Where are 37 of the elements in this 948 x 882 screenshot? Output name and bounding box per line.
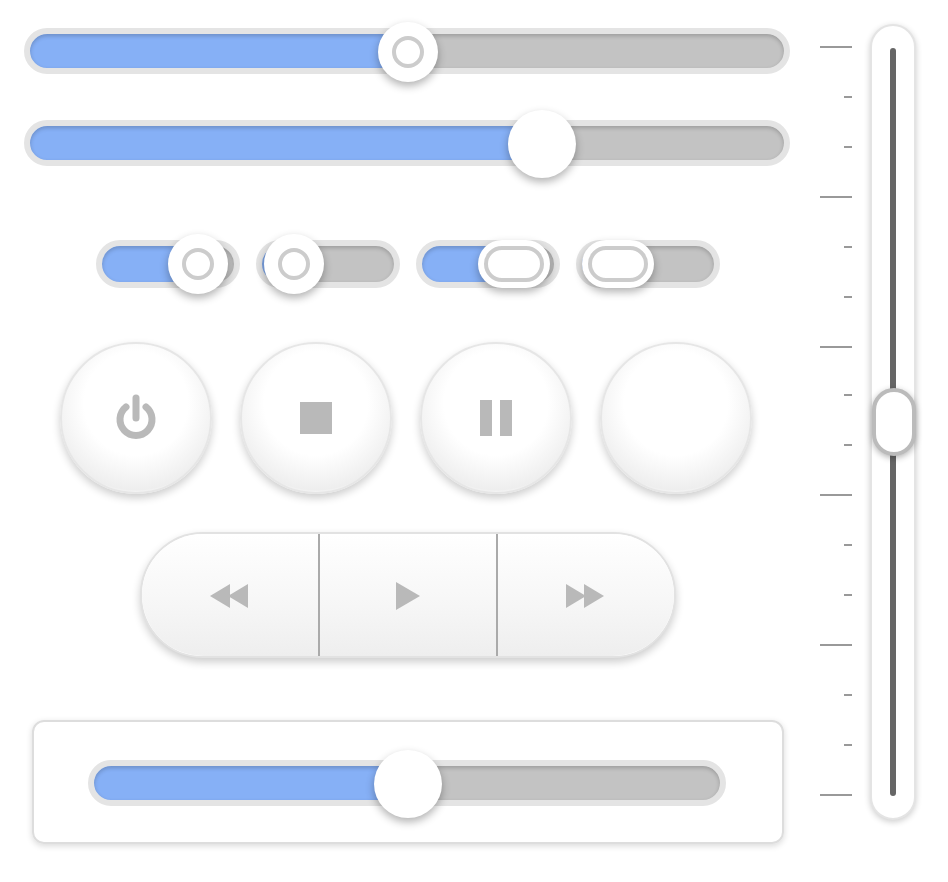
- round-button[interactable]: [600, 342, 752, 494]
- tick-mark: [844, 693, 852, 696]
- slider-thumb[interactable]: [373, 749, 441, 817]
- slider-thumb[interactable]: [263, 234, 324, 294]
- stop-button[interactable]: [240, 342, 392, 494]
- tick-mark: [844, 544, 852, 547]
- tick-mark: [844, 444, 852, 447]
- tick-mark: [820, 46, 852, 48]
- tick-mark: [844, 295, 852, 298]
- tick-mark: [820, 195, 852, 198]
- slider-thumb[interactable]: [582, 240, 655, 288]
- pause-button[interactable]: [420, 342, 572, 494]
- power-icon: [114, 394, 158, 442]
- tick-mark: [820, 793, 852, 796]
- play-button[interactable]: [318, 534, 496, 656]
- slider-thumb[interactable]: [167, 234, 228, 294]
- tick-mark: [820, 345, 852, 348]
- tick-mark: [820, 494, 852, 497]
- rewind-button[interactable]: [142, 534, 318, 656]
- rewind-icon: [210, 583, 250, 607]
- pause-icon: [480, 400, 512, 436]
- slider-thumb[interactable]: [871, 388, 915, 456]
- fast-forward-icon: [566, 583, 606, 607]
- tick-mark: [844, 145, 852, 148]
- play-icon: [396, 581, 420, 609]
- power-button[interactable]: [60, 342, 212, 494]
- tick-mark: [844, 245, 852, 248]
- fast-forward-button[interactable]: [496, 534, 674, 656]
- tick-mark: [844, 743, 852, 746]
- slider-thumb[interactable]: [377, 21, 437, 81]
- tick-mark: [820, 644, 852, 647]
- stop-icon: [300, 402, 332, 434]
- slider-thumb[interactable]: [508, 109, 577, 177]
- tick-mark: [844, 95, 852, 98]
- tick-mark: [844, 394, 852, 397]
- slider-thumb[interactable]: [478, 240, 551, 288]
- tick-mark: [844, 594, 852, 597]
